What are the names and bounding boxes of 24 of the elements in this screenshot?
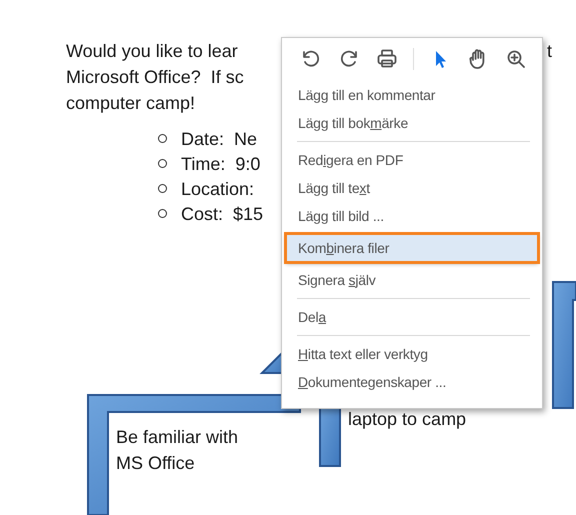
bullet-text: Date: Ne	[181, 128, 258, 150]
menu-item[interactable]: Hitta text eller verktyg	[282, 340, 542, 368]
text-box-text: laptop to camp	[348, 408, 466, 431]
menu-item[interactable]: Lägg till bokmärke	[282, 109, 542, 137]
paragraph-line: computer camp!	[66, 92, 196, 115]
menu-item[interactable]: Dela	[282, 303, 542, 331]
menu-item[interactable]: Lägg till en kommentar	[282, 81, 542, 109]
menu-item[interactable]: Lägg till bild ...	[282, 202, 542, 230]
bullet-text: Time: 9:0	[181, 152, 260, 176]
paragraph-fragment: t	[547, 40, 552, 63]
paragraph-line: Microsoft Office? If sc	[66, 66, 244, 89]
paragraph-line: Would you like to lear	[66, 40, 238, 63]
menu-item[interactable]: Kombinera filer	[286, 234, 538, 262]
menu-item[interactable]: Signera själv	[282, 266, 542, 294]
menu-item[interactable]: Lägg till text	[282, 174, 542, 202]
bullet-text: Cost: $15	[181, 202, 264, 226]
bullet-icon	[158, 134, 167, 143]
menu-item[interactable]: Redigera en PDF	[282, 146, 542, 174]
text-box-text: Be familiar with MS Office	[116, 426, 240, 475]
bullet-icon	[158, 209, 167, 218]
bullet-icon	[158, 159, 167, 168]
bullet-icon	[158, 184, 167, 193]
menu-item[interactable]: Dokumentegenskaper ...	[282, 368, 542, 396]
bullet-text: Location:	[181, 178, 254, 200]
